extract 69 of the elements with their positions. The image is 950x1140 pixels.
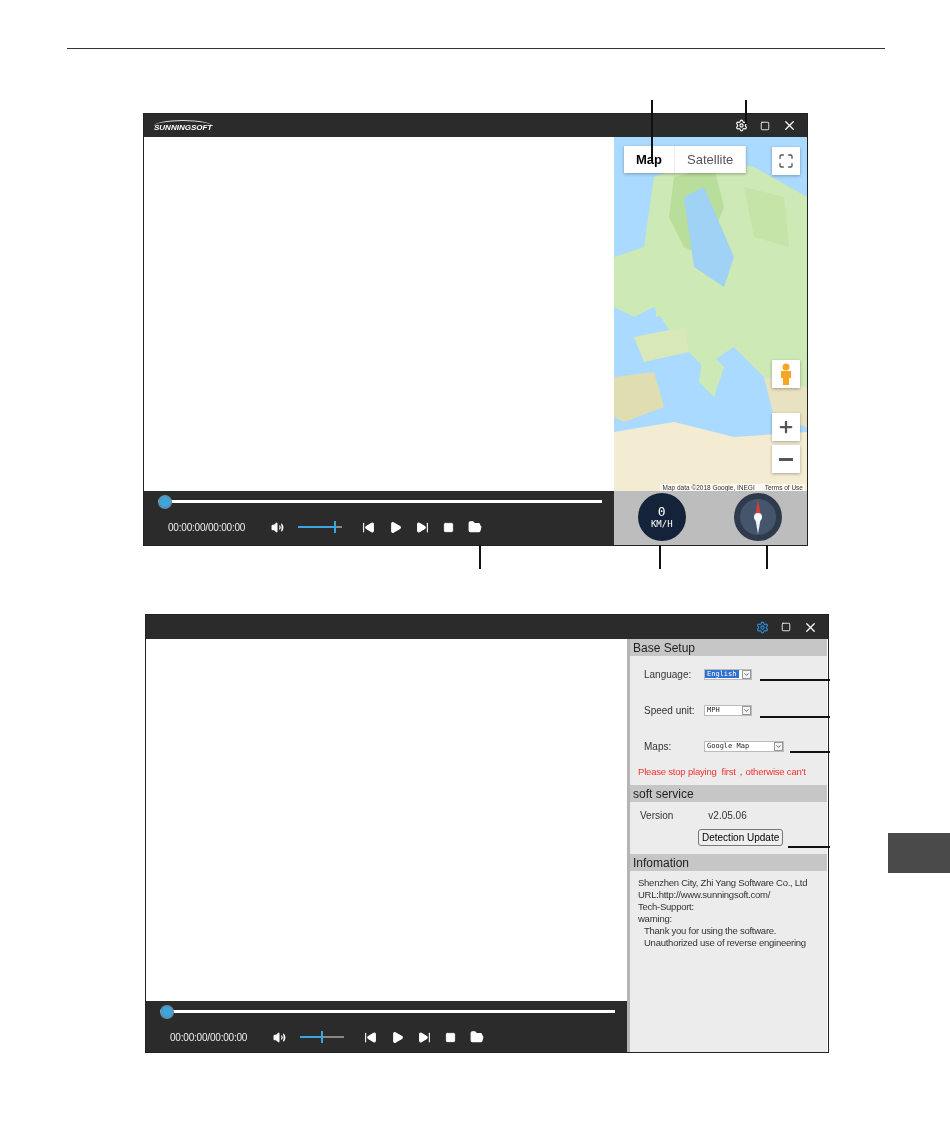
previous-button[interactable]	[364, 1030, 378, 1044]
zoom-in-button[interactable]	[772, 413, 800, 441]
next-button[interactable]	[416, 520, 430, 534]
dropdown-arrow-button[interactable]	[774, 741, 783, 751]
stop-button[interactable]	[443, 521, 455, 533]
volume-slider[interactable]	[298, 521, 343, 533]
field-label: Maps:	[644, 740, 673, 752]
info-text: URL:http://www.sunningsoft.com/	[638, 889, 772, 901]
fullscreen-button[interactable]	[772, 147, 800, 175]
time-display: 00:00:00/00:00:00	[170, 1031, 248, 1043]
info-text: Unauthorized use of reverse engineering	[643, 937, 807, 949]
volume-button[interactable]	[273, 1030, 287, 1044]
version-value: v2.05.06	[708, 810, 747, 821]
caret-icon	[743, 670, 750, 678]
plus-icon	[777, 418, 795, 436]
time-display: 00:00:00/00:00:00	[168, 521, 246, 533]
volume-button[interactable]	[271, 520, 285, 534]
next-button[interactable]	[418, 1030, 432, 1044]
compass-icon	[733, 492, 784, 542]
speed-unit: KM/H	[650, 519, 673, 529]
logo: SUNNINGSOFT	[154, 119, 213, 132]
warning-text: Please stop playing first，otherwise can't	[637, 765, 807, 779]
section-header: Infomation	[630, 854, 827, 871]
leader-line	[760, 716, 830, 718]
info-text: Tech-Support:	[638, 901, 695, 913]
leader-line	[790, 751, 830, 753]
leader-line	[788, 846, 830, 848]
maximize-button[interactable]	[781, 622, 791, 632]
play-button[interactable]	[391, 1030, 405, 1044]
field-label: Language:	[644, 668, 693, 680]
volume-thumb[interactable]	[333, 521, 336, 533]
caret-icon	[743, 706, 750, 714]
close-button[interactable]	[782, 118, 797, 133]
detection-update-button[interactable]: Detection Update	[698, 829, 784, 846]
progress-slider[interactable]	[158, 495, 602, 509]
leader-line	[651, 100, 653, 160]
leader-line	[766, 545, 768, 569]
speed-value: 0	[657, 505, 666, 519]
leader-line	[745, 100, 747, 124]
play-button[interactable]	[389, 520, 403, 534]
maximize-button[interactable]	[760, 120, 770, 131]
leader-line	[659, 545, 661, 569]
info-text: warning:	[638, 913, 673, 925]
progress-thumb[interactable]	[160, 1005, 174, 1019]
progress-thumb[interactable]	[158, 495, 172, 509]
fullscreen-icon	[778, 153, 794, 169]
volume-slider[interactable]	[300, 1031, 345, 1043]
open-folder-button[interactable]	[468, 520, 483, 534]
leader-line	[479, 545, 481, 569]
volume-thumb[interactable]	[321, 1031, 324, 1043]
caret-icon	[775, 742, 782, 750]
section-header: soft service	[630, 785, 827, 802]
zoom-out-button[interactable]	[772, 445, 800, 473]
minus-icon	[779, 457, 793, 461]
info-text: Thank you for using the software.	[643, 925, 778, 937]
dropdown-arrow-button[interactable]	[742, 669, 751, 679]
dropdown-arrow-button[interactable]	[742, 705, 751, 715]
version-label: Version	[640, 810, 674, 821]
stop-button[interactable]	[445, 1031, 457, 1043]
map-type-tab[interactable]: Map	[624, 146, 675, 173]
person-icon	[779, 363, 793, 385]
open-folder-button[interactable]	[470, 1030, 485, 1044]
previous-button[interactable]	[362, 520, 376, 534]
leader-line	[760, 679, 830, 681]
section-header: Base Setup	[630, 639, 827, 656]
progress-slider[interactable]	[160, 1005, 615, 1019]
map-type-tab[interactable]: Satellite	[675, 146, 747, 173]
info-text: Shenzhen City, Zhi Yang Software Co., Ltd	[638, 877, 809, 889]
field-label: Speed unit:	[644, 704, 696, 716]
